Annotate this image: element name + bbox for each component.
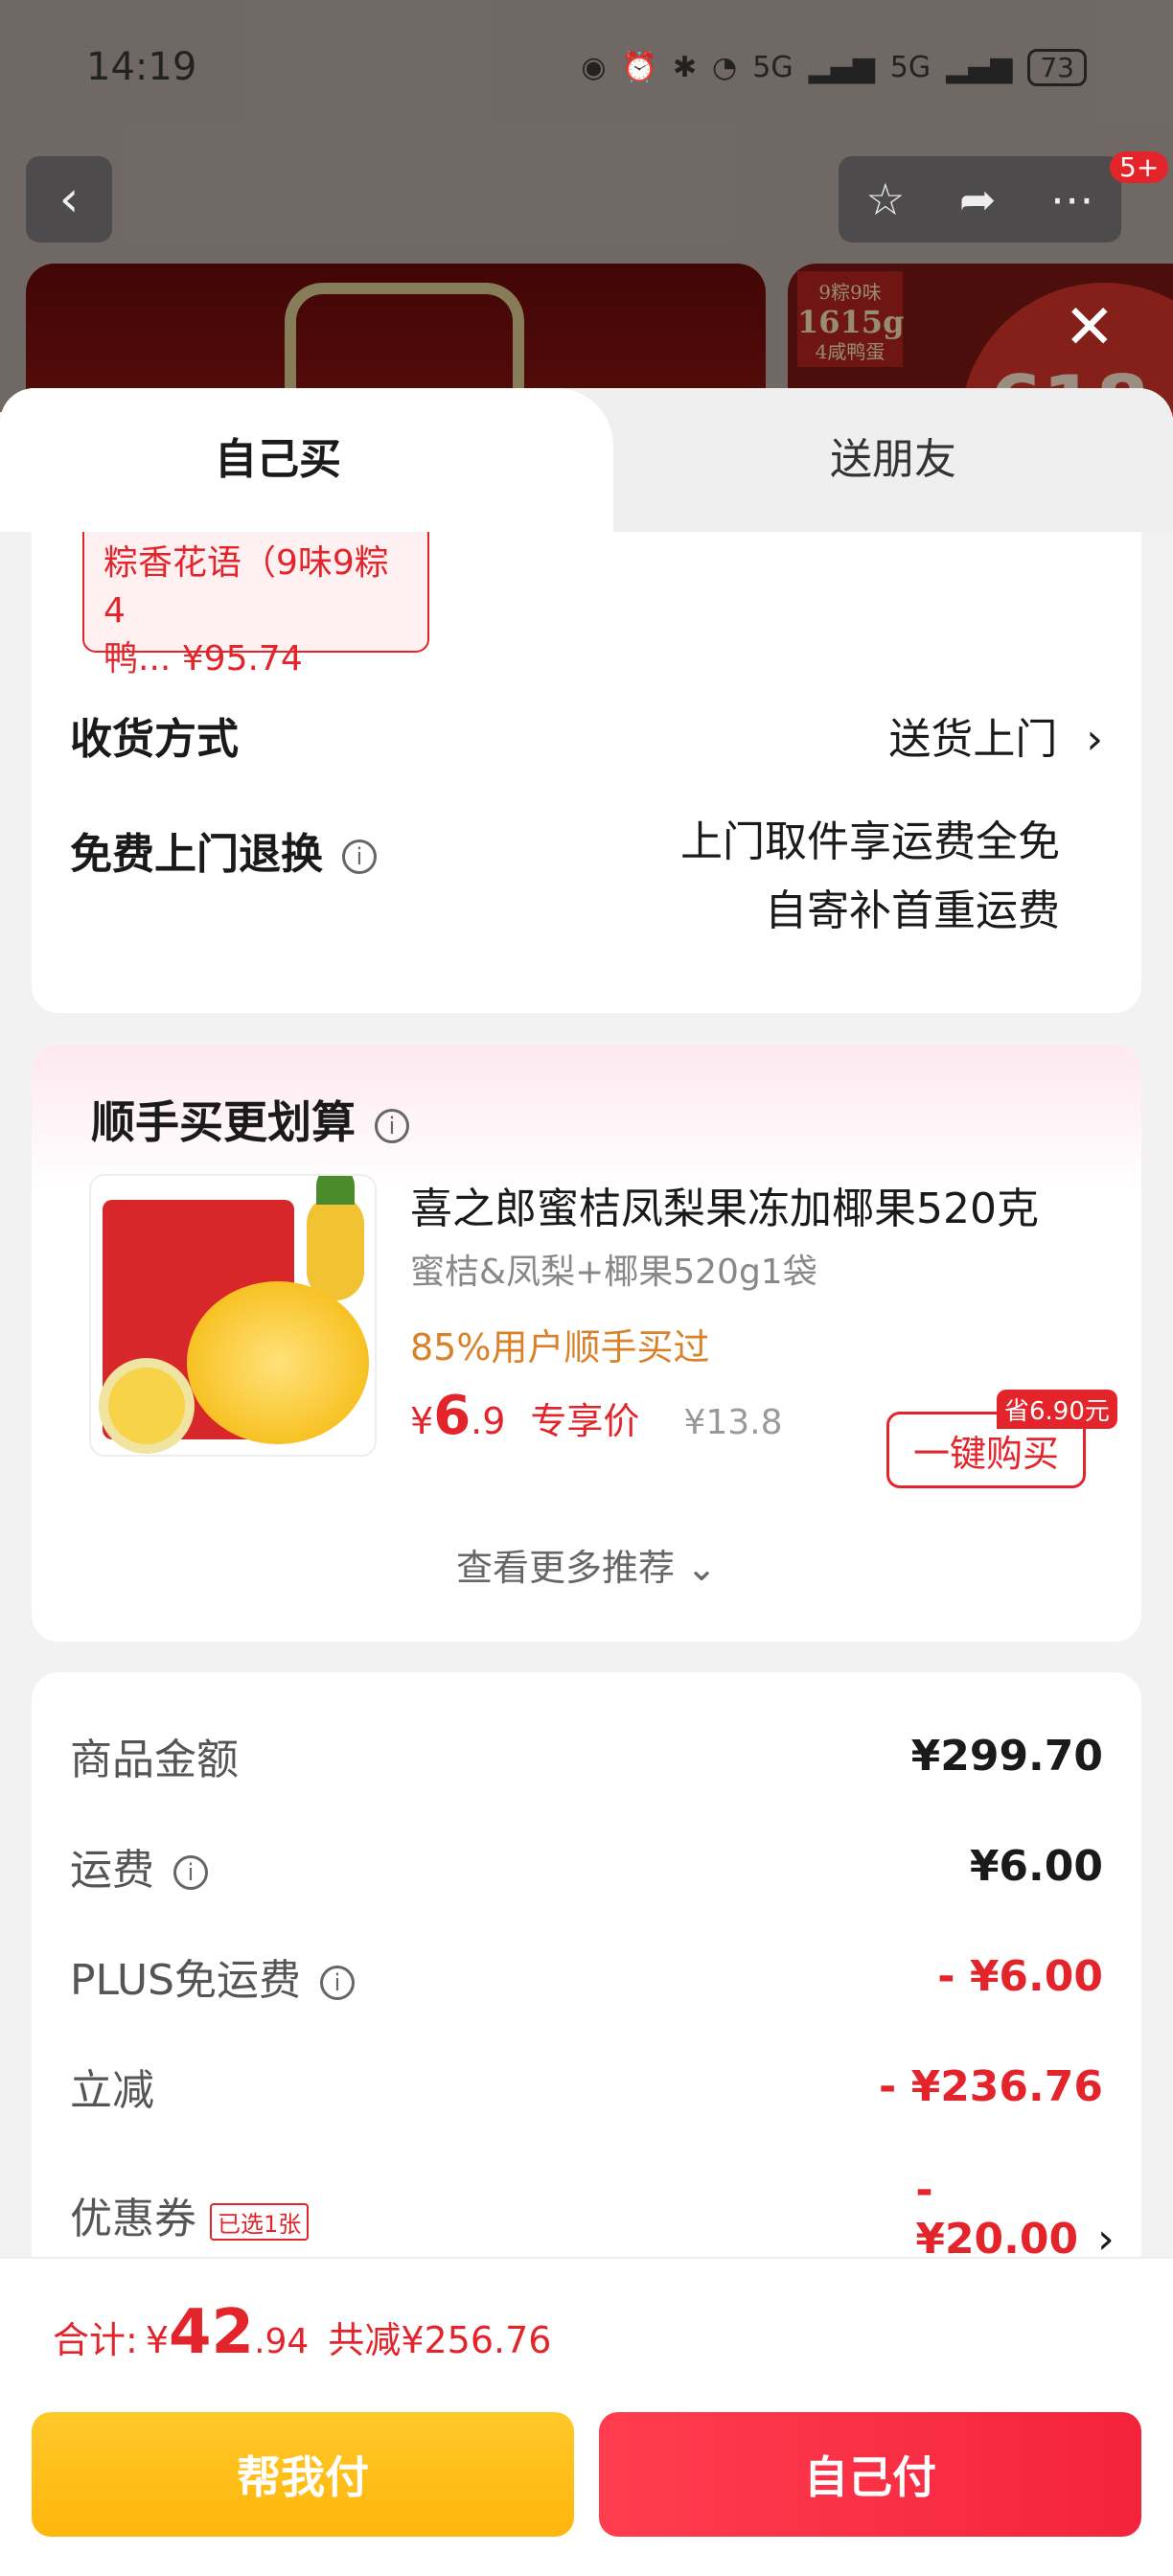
save-badge: 省6.90元 bbox=[997, 1390, 1117, 1429]
self-pay-button[interactable]: 自己付 bbox=[599, 2412, 1141, 2537]
status-bar: 14:19 ◉ ⏰ ✱ ◔ 5G ▂▄▆ 5G ▂▄▆ 73 bbox=[86, 38, 1087, 96]
fee-row-shipping: 运费 i ¥6.00 bbox=[70, 1841, 1103, 1896]
recommend-price: ¥ 6 .9 专享价 ¥13.8 bbox=[410, 1385, 783, 1447]
signal-label-1: 5G bbox=[752, 50, 794, 84]
price-label: 专享价 bbox=[530, 1400, 640, 1442]
total-price: 合计: ¥ 42 .94 共减¥256.76 bbox=[53, 2297, 552, 2368]
alarm-icon: ⏰ bbox=[621, 50, 657, 84]
selected-sku-chip[interactable]: 粽香花语（9味9粽4 鸭... ¥95.74 bbox=[82, 532, 429, 678]
purchase-sheet: 送朋友 自己买 粽香花语（9味9粽4 鸭... ¥95.74 收货方式 送货上门… bbox=[0, 388, 1173, 2576]
fee-row-coupon[interactable]: 优惠券 已选1张 -¥20.00 › bbox=[70, 2166, 1115, 2264]
chevron-left-icon: ‹ bbox=[58, 171, 80, 228]
coupon-count-badge: 已选1张 bbox=[210, 2202, 310, 2241]
info-icon[interactable]: i bbox=[375, 1108, 409, 1143]
header-actions: ☆ ➦ ⋯ bbox=[839, 156, 1121, 242]
delivery-method-row[interactable]: 收货方式 送货上门 › bbox=[70, 704, 1103, 766]
wifi-icon: ◔ bbox=[712, 50, 738, 84]
fee-row-plus: PLUS免运费 i - ¥6.00 bbox=[70, 1951, 1103, 2006]
fee-row-discount: 立减 - ¥236.76 bbox=[70, 2061, 1103, 2116]
info-icon[interactable]: i bbox=[173, 1855, 208, 1890]
more-recommend-link[interactable]: 查看更多推荐 ⌄ bbox=[32, 1538, 1141, 1591]
free-return-line2: 自寄补首重运费 bbox=[765, 886, 1060, 935]
signal-bars-icon-2: ▂▄▆ bbox=[946, 50, 1013, 84]
back-button[interactable]: ‹ bbox=[26, 156, 112, 242]
original-price: ¥13.8 bbox=[683, 1403, 783, 1442]
free-return-line1: 上门取件享运费全免 bbox=[680, 817, 1060, 866]
recommend-product-stat: 85%用户顺手买过 bbox=[410, 1326, 710, 1368]
fee-row-goods: 商品金额 ¥299.70 bbox=[70, 1731, 1103, 1785]
tab-buy-self[interactable]: 自己买 bbox=[0, 388, 613, 532]
total-saved: 共减¥256.76 bbox=[328, 2319, 552, 2361]
checkout-bar: 合计: ¥ 42 .94 共减¥256.76 帮我付 自己付 bbox=[0, 2257, 1173, 2576]
signal-bars-icon: ▂▄▆ bbox=[808, 50, 875, 84]
more-menu-icon[interactable]: ⋯ bbox=[1050, 173, 1094, 225]
background-page: 9粽9味1615g4咸鸭蛋 618 14:19 ◉ ⏰ ✱ ◔ 5G ▂▄▆ 5… bbox=[0, 0, 1173, 417]
info-icon[interactable]: i bbox=[342, 840, 377, 874]
chevron-down-icon: ⌄ bbox=[686, 1547, 717, 1589]
status-time: 14:19 bbox=[86, 45, 197, 89]
delivery-label: 收货方式 bbox=[70, 715, 239, 764]
delivery-value: 送货上门 bbox=[888, 715, 1058, 764]
recommend-product-name[interactable]: 喜之郎蜜桔凤梨果冻加椰果520克 bbox=[410, 1174, 1039, 1235]
fee-summary-card: 商品金额 ¥299.70 运费 i ¥6.00 PLUS免运费 i - ¥6.00 … bbox=[32, 1672, 1141, 2286]
close-icon[interactable]: ✕ bbox=[1064, 292, 1116, 363]
battery-indicator: 73 bbox=[1027, 48, 1087, 86]
delivery-card: 粽香花语（9味9粽4 鸭... ¥95.74 收货方式 送货上门 › 免费上门退换… bbox=[32, 532, 1141, 1013]
recommend-card: 顺手买更划算 i 喜之郎蜜桔凤梨果冻加椰果520克 蜜桔&凤梨+椰果520g1袋 … bbox=[32, 1045, 1141, 1642]
message-badge: 5+ bbox=[1110, 151, 1169, 183]
purchase-tabs: 送朋友 自己买 bbox=[0, 388, 1173, 532]
free-return-label: 免费上门退换 bbox=[70, 830, 323, 879]
signal-label-2: 5G bbox=[889, 50, 932, 84]
bluetooth-icon: ✱ bbox=[672, 50, 698, 84]
tab-gift[interactable]: 送朋友 bbox=[613, 388, 1173, 532]
recommend-product-image[interactable] bbox=[89, 1174, 377, 1457]
free-return-row: 免费上门退换 i 上门取件享运费全免 自寄补首重运费 bbox=[70, 817, 1103, 946]
eye-icon: ◉ bbox=[581, 50, 607, 84]
help-pay-button[interactable]: 帮我付 bbox=[32, 2412, 574, 2537]
recommend-product-spec: 蜜桔&凤梨+椰果520g1袋 bbox=[410, 1253, 817, 1292]
favorite-star-icon[interactable]: ☆ bbox=[865, 173, 905, 225]
chevron-right-icon: › bbox=[1086, 715, 1103, 764]
share-icon[interactable]: ➦ bbox=[959, 173, 997, 225]
recommend-title: 顺手买更划算 bbox=[91, 1096, 356, 1148]
info-icon[interactable]: i bbox=[320, 1966, 355, 2000]
